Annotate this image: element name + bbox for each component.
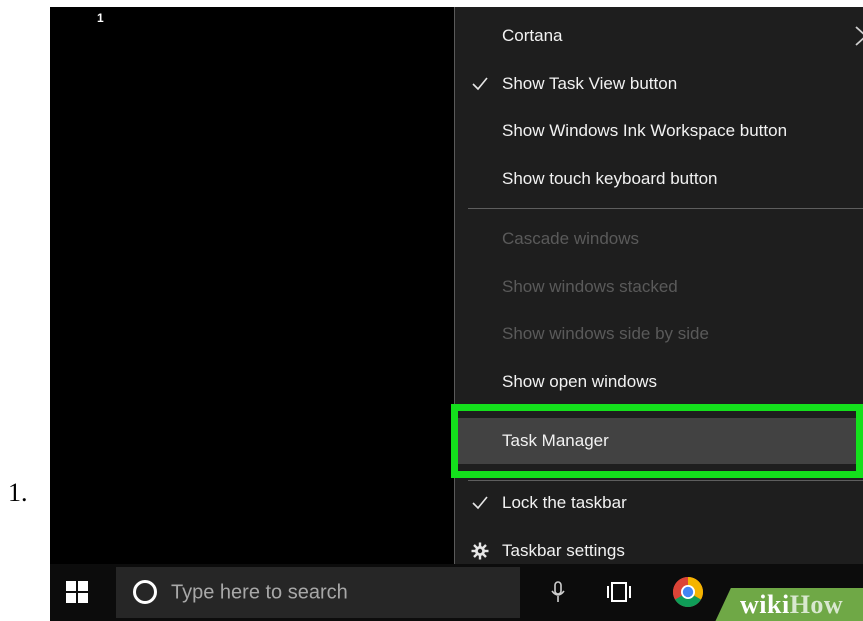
microphone-icon[interactable] (550, 580, 566, 604)
chevron-right-icon (855, 26, 863, 46)
menu-item-show-ink-workspace[interactable]: Show Windows Ink Workspace button (455, 111, 863, 151)
menu-item-show-open-windows[interactable]: Show open windows (455, 362, 863, 402)
menu-item-show-touch-keyboard[interactable]: Show touch keyboard button (455, 159, 863, 199)
checkmark-icon (472, 77, 488, 91)
menu-item-label: Show windows stacked (502, 277, 678, 296)
menu-item-label: Lock the taskbar (502, 493, 627, 512)
task-view-icon[interactable] (606, 581, 632, 603)
search-input[interactable]: Type here to search (171, 581, 348, 604)
step-number: 1. (8, 478, 28, 507)
menu-item-label: Task Manager (502, 431, 609, 450)
menu-item-label: Show windows side by side (502, 324, 709, 343)
menu-item-lock-taskbar[interactable]: Lock the taskbar (455, 483, 863, 523)
menu-item-label: Show Task View button (502, 74, 678, 93)
search-box[interactable]: Type here to search (116, 567, 520, 618)
taskbar: Type here to search wikiHow (50, 564, 863, 621)
menu-item-label: Show touch keyboard button (502, 169, 718, 188)
windows-desktop: 1 Cortana Show Task View button Show Win… (50, 7, 863, 621)
cortana-circle-icon (133, 580, 157, 604)
menu-item-label: Cascade windows (502, 229, 640, 248)
menu-item-label: Show Windows Ink Workspace button (502, 121, 788, 140)
taskbar-context-menu: Cortana Show Task View button Show Windo… (451, 7, 863, 587)
checkmark-icon (472, 496, 488, 510)
menu-separator (468, 480, 863, 481)
menu-item-label: Taskbar settings (502, 541, 625, 560)
menu-item-show-windows-stacked: Show windows stacked (455, 267, 863, 307)
menu-item-label: Cortana (502, 26, 563, 45)
watermark-logo: wikiHow (740, 590, 843, 620)
chrome-icon[interactable] (672, 576, 704, 608)
desktop-badge: 1 (97, 11, 104, 25)
watermark-part: wiki (740, 590, 790, 619)
gear-icon (471, 542, 489, 560)
menu-item-cascade-windows: Cascade windows (455, 219, 863, 259)
menu-item-show-task-view[interactable]: Show Task View button (455, 64, 863, 104)
menu-item-label: Show open windows (502, 372, 657, 391)
windows-start-icon[interactable] (66, 581, 88, 603)
menu-separator (468, 208, 863, 209)
menu-item-task-manager[interactable]: Task Manager (455, 418, 863, 464)
watermark-part: How (789, 590, 844, 619)
menu-item-cortana[interactable]: Cortana (455, 16, 863, 56)
menu-item-show-windows-side-by-side: Show windows side by side (455, 314, 863, 354)
